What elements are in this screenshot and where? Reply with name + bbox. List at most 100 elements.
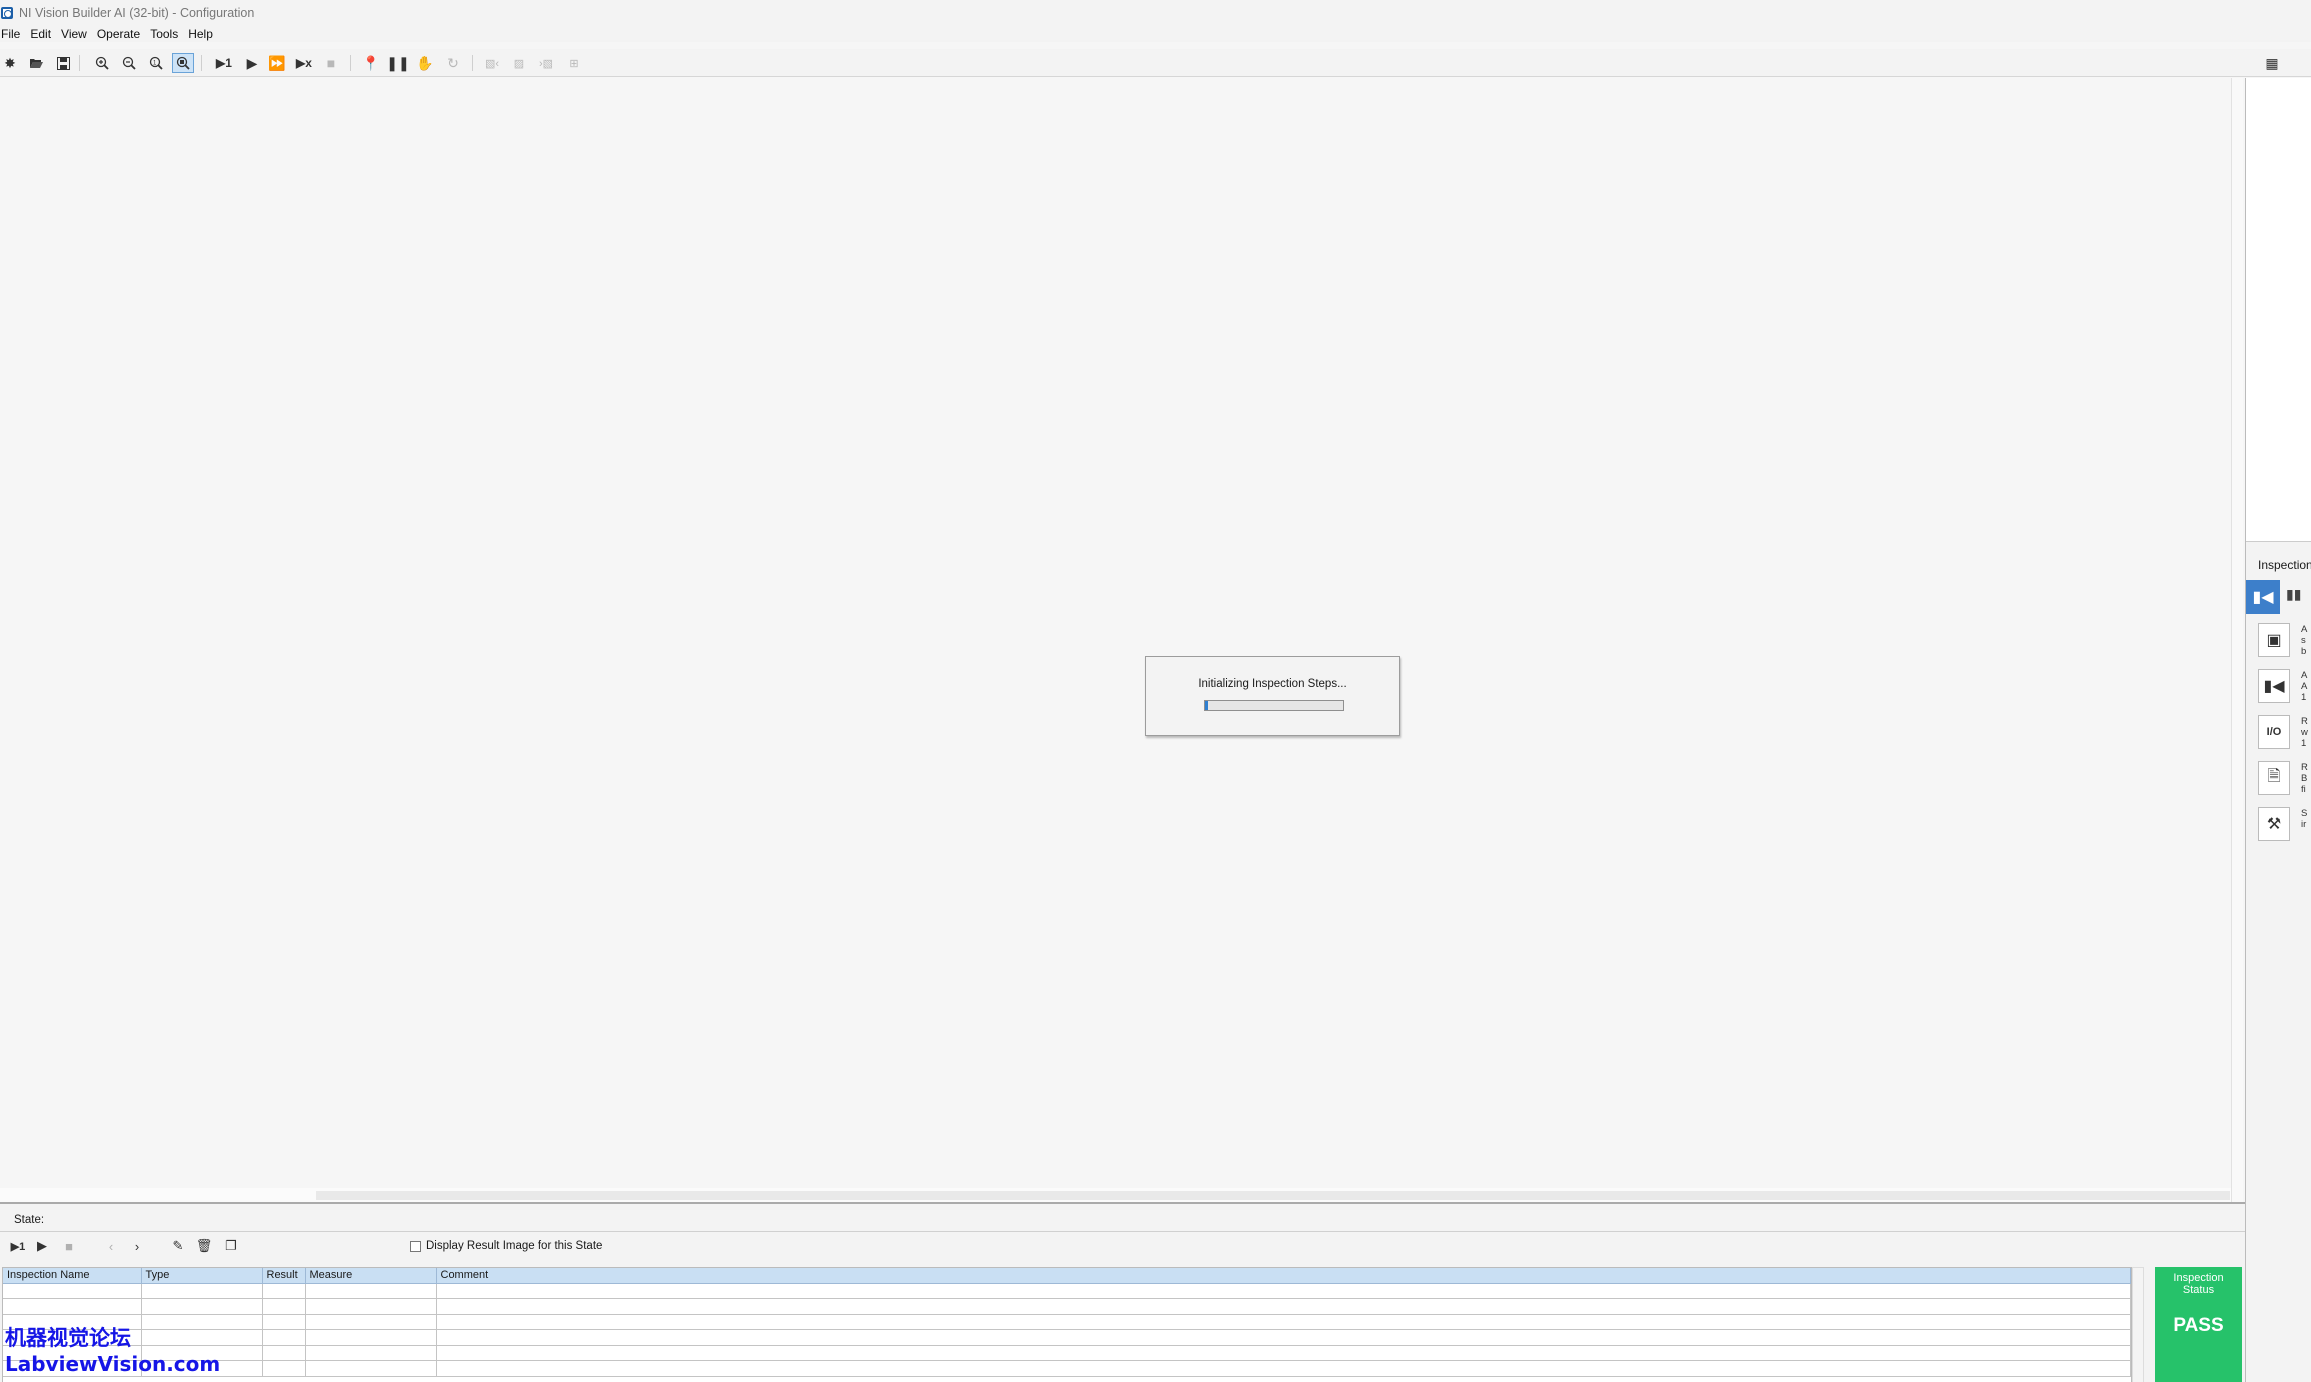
previous-step-button[interactable]: ‹ bbox=[102, 1237, 120, 1255]
state-label: State: bbox=[14, 1214, 45, 1226]
stop-button[interactable]: ■ bbox=[320, 53, 342, 73]
zoom-out-button[interactable] bbox=[118, 53, 140, 73]
table-cell bbox=[262, 1314, 306, 1330]
run-once-icon: ▶1 bbox=[10, 1240, 26, 1253]
table-row[interactable] bbox=[3, 1314, 2131, 1330]
next-image-button[interactable]: ›▧ bbox=[535, 53, 557, 73]
palette-item-read-file[interactable]: 🗎 bbox=[2258, 761, 2290, 795]
table-cell bbox=[436, 1283, 2131, 1299]
palette-item-acquire-1394[interactable]: ▮◀ bbox=[2258, 669, 2290, 703]
table-row[interactable] bbox=[3, 1329, 2131, 1346]
run-button[interactable]: ▶ bbox=[241, 53, 263, 73]
table-cell bbox=[262, 1298, 306, 1315]
image-display-area[interactable] bbox=[0, 78, 2231, 1188]
pin-button[interactable]: 📍 bbox=[360, 53, 382, 73]
table-row[interactable] bbox=[3, 1298, 2131, 1315]
open-button[interactable] bbox=[25, 53, 47, 73]
menu-help[interactable]: Help bbox=[187, 27, 218, 41]
table-cell bbox=[3, 1298, 142, 1315]
chevron-left-icon: ‹ bbox=[108, 1238, 114, 1254]
table-cell bbox=[3, 1283, 142, 1299]
table-cell bbox=[141, 1283, 263, 1299]
column-header-type[interactable]: Type bbox=[141, 1268, 263, 1284]
watermark-line-1: 机器视觉论坛 bbox=[5, 1327, 131, 1350]
delete-step-button[interactable]: 🗑 bbox=[195, 1237, 213, 1255]
zoom-active-button[interactable] bbox=[172, 53, 194, 73]
palette-item-text: AA1 bbox=[2301, 670, 2308, 703]
menu-edit[interactable]: Edit bbox=[29, 27, 56, 41]
menu-operate[interactable]: Operate bbox=[96, 27, 145, 41]
pause-icon: ❚❚ bbox=[386, 54, 410, 71]
tab-enhance-images[interactable]: ▮▮ bbox=[2286, 586, 2301, 603]
run-once-button[interactable]: ▶1 bbox=[213, 53, 235, 73]
zoom-in-button[interactable] bbox=[91, 53, 113, 73]
reset-button[interactable]: ↻ bbox=[442, 53, 464, 73]
tab-acquire-images[interactable]: ▮◀ bbox=[2246, 580, 2280, 614]
table-cell bbox=[305, 1298, 437, 1315]
acquire-image-icon: ▣ bbox=[2266, 632, 2282, 649]
table-cell bbox=[436, 1298, 2131, 1315]
folder-open-icon bbox=[29, 59, 43, 68]
image-button[interactable]: ▨ bbox=[508, 53, 530, 73]
column-header-measure[interactable]: Measure bbox=[305, 1268, 437, 1284]
run-once-icon: ▶1 bbox=[216, 56, 232, 70]
palette-item-simulate[interactable]: ⚒ bbox=[2258, 807, 2290, 841]
state-results-panel: State: ▶1 ▶ ■ ‹ › ✎ 🗑 ❐ Display Result I… bbox=[0, 1202, 2245, 1382]
io-icon: I/O bbox=[2266, 726, 2282, 738]
trash-icon: 🗑 bbox=[195, 1238, 213, 1253]
canvas-horizontal-scrollbar[interactable] bbox=[0, 1188, 2231, 1202]
display-result-image-label: Display Result Image for this State bbox=[426, 1240, 603, 1252]
zoom-fit-button[interactable]: 1 bbox=[145, 53, 167, 73]
column-header-result[interactable]: Result bbox=[262, 1268, 306, 1284]
floppy-disk-icon bbox=[56, 56, 70, 70]
palette-item-io[interactable]: I/O bbox=[2258, 715, 2290, 749]
canvas-vertical-scrollbar[interactable] bbox=[2231, 78, 2243, 1202]
table-cell bbox=[436, 1345, 2131, 1361]
previous-image-button[interactable]: ▧‹ bbox=[481, 53, 503, 73]
configuration-view-button[interactable]: ▦ bbox=[2259, 53, 2285, 73]
table-cell bbox=[436, 1314, 2131, 1330]
column-header-comment[interactable]: Comment bbox=[436, 1268, 2131, 1284]
new-button[interactable]: ✸ bbox=[0, 53, 21, 73]
hierarchy-button[interactable]: ⊞ bbox=[563, 53, 585, 73]
image-icon: ▨ bbox=[513, 57, 525, 70]
save-button[interactable] bbox=[52, 53, 74, 73]
state-run-once-button[interactable]: ▶1 bbox=[7, 1237, 29, 1255]
results-table[interactable]: Inspection Name Type Result Measure Comm… bbox=[2, 1267, 2132, 1382]
table-cell bbox=[262, 1345, 306, 1361]
palette-item-acquire-image[interactable]: ▣ bbox=[2258, 623, 2290, 657]
run-continuous-button[interactable]: ⏩ bbox=[266, 53, 288, 73]
column-header-inspection-name[interactable]: Inspection Name bbox=[3, 1268, 142, 1284]
copy-step-button[interactable]: ❐ bbox=[222, 1237, 240, 1255]
table-cell bbox=[141, 1298, 263, 1315]
run-stop-icon: ▶x bbox=[296, 56, 312, 70]
configuration-view-icon: ▦ bbox=[2265, 54, 2279, 71]
previous-image-icon: ▧‹ bbox=[484, 57, 500, 70]
display-result-image-checkbox[interactable] bbox=[410, 1241, 421, 1252]
table-row[interactable] bbox=[3, 1360, 2131, 1377]
watermark-line-2: LabviewVision.com bbox=[5, 1352, 221, 1376]
acquire-image-1394-icon: ▮◀ bbox=[2263, 678, 2285, 695]
next-step-button[interactable]: › bbox=[128, 1237, 146, 1255]
table-row[interactable] bbox=[3, 1345, 2131, 1361]
scrollbar-thumb[interactable] bbox=[316, 1191, 2230, 1200]
run-stop-button[interactable]: ▶x bbox=[293, 53, 315, 73]
table-row[interactable] bbox=[3, 1283, 2131, 1299]
menu-view[interactable]: View bbox=[60, 27, 92, 41]
menu-tools[interactable]: Tools bbox=[149, 27, 183, 41]
table-cell bbox=[436, 1360, 2131, 1377]
read-file-icon: 🗎 bbox=[2267, 767, 2281, 785]
inspection-status-indicator: Inspection Status PASS bbox=[2155, 1267, 2242, 1382]
menu-file[interactable]: File bbox=[0, 27, 25, 41]
state-run-button[interactable]: ▶ bbox=[33, 1237, 51, 1255]
hand-icon: ✋ bbox=[416, 54, 434, 71]
hand-button[interactable]: ✋ bbox=[414, 53, 436, 73]
results-table-scrollbar[interactable] bbox=[2132, 1267, 2144, 1382]
pin-icon: 📍 bbox=[362, 54, 380, 71]
initializing-dialog: Initializing Inspection Steps... bbox=[1145, 656, 1400, 736]
state-stop-button[interactable]: ■ bbox=[60, 1237, 78, 1255]
edit-step-button[interactable]: ✎ bbox=[169, 1237, 187, 1255]
pause-button[interactable]: ❚❚ bbox=[386, 53, 410, 73]
simulate-icon: ⚒ bbox=[2266, 816, 2282, 833]
forum-watermark: 机器视觉论坛 LabviewVision.com bbox=[5, 1326, 220, 1376]
